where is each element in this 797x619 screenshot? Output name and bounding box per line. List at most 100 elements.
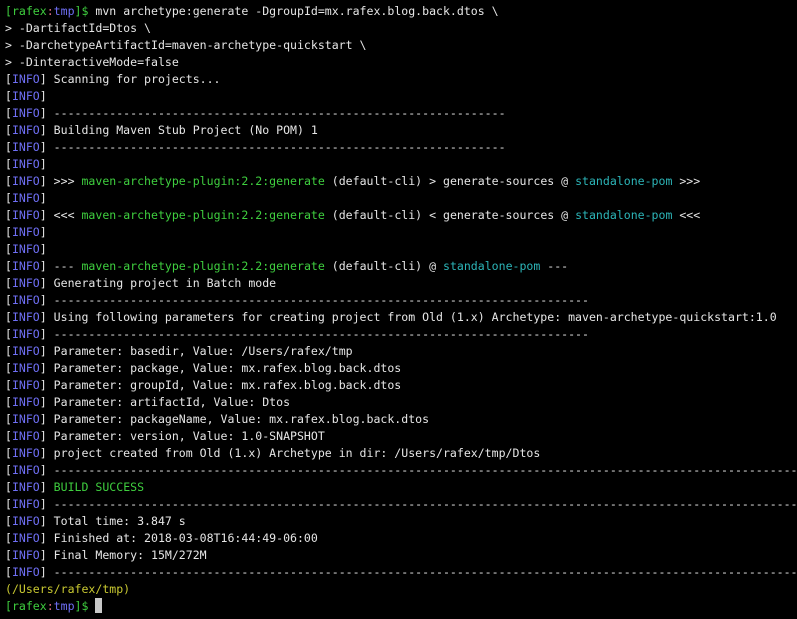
terminal-text: ] --------------------------------------… [39, 140, 506, 154]
terminal-text: [ [5, 89, 12, 103]
terminal-text: INFO [11, 344, 40, 358]
terminal-line: [INFO] --- maven-archetype-plugin:2.2:ge… [5, 258, 797, 275]
terminal-line: (/Users/rafex/tmp) [5, 581, 797, 598]
terminal-text: [rafex [5, 4, 47, 18]
terminal-line: [INFO] [5, 224, 797, 241]
terminal-text: [ [5, 174, 12, 188]
terminal-text: [ [5, 531, 12, 545]
terminal-text: ] <<< [39, 208, 82, 222]
terminal-text: [ [5, 463, 12, 477]
terminal-text: [ [5, 514, 12, 528]
terminal-text: [ [5, 395, 12, 409]
terminal-text: INFO [11, 293, 40, 307]
terminal-text: tmp [53, 4, 75, 18]
terminal-text: INFO [11, 548, 40, 562]
terminal-text: INFO [11, 497, 40, 511]
terminal-line: [INFO] Parameter: package, Value: mx.raf… [5, 360, 797, 377]
terminal-line: [INFO] Scanning for projects... [5, 71, 797, 88]
terminal-text: [ [5, 446, 12, 460]
terminal-text: ] Scanning for projects... [39, 72, 221, 86]
terminal-text: ] Building Maven Stub Project (No POM) 1 [39, 123, 318, 137]
terminal-output: [rafex:tmp]$ mvn archetype:generate -Dgr… [5, 3, 797, 615]
terminal-text: INFO [11, 123, 40, 137]
terminal-line: > -DarchetypeArtifactId=maven-archetype-… [5, 37, 797, 54]
terminal-text: [ [5, 72, 12, 86]
terminal-line: [INFO] Parameter: packageName, Value: mx… [5, 411, 797, 428]
terminal-line: [INFO] ---------------------------------… [5, 564, 797, 581]
terminal-text: [ [5, 327, 12, 341]
terminal-text: INFO [11, 463, 40, 477]
terminal-text: [ [5, 276, 12, 290]
terminal-text: INFO [11, 412, 40, 426]
terminal-text: maven-archetype-plugin:2.2:generate [81, 174, 325, 188]
terminal-text: > -DarchetypeArtifactId=maven-archetype-… [5, 38, 367, 52]
terminal-text: INFO [11, 446, 40, 460]
terminal-text: [ [5, 106, 12, 120]
terminal-text: INFO [11, 395, 40, 409]
terminal-text: INFO [11, 327, 40, 341]
terminal-text: ] [39, 242, 47, 256]
terminal-line: [INFO] [5, 88, 797, 105]
terminal-text: [ [5, 497, 12, 511]
terminal-line: [INFO] >>> maven-archetype-plugin:2.2:ge… [5, 173, 797, 190]
terminal-text: [ [5, 293, 12, 307]
terminal-text: (/Users/rafex/tmp) [5, 582, 131, 596]
terminal-text: > -DartifactId=Dtos \ [5, 21, 151, 35]
terminal-text: ] --------------------------------------… [39, 565, 797, 579]
terminal-text: [ [5, 225, 12, 239]
terminal-text: [ [5, 259, 12, 273]
terminal-text: standalone-pom [575, 208, 673, 222]
terminal-text: INFO [11, 157, 40, 171]
terminal-text: ] [39, 157, 47, 171]
terminal-text: ] Final Memory: 15M/272M [39, 548, 207, 562]
terminal-text: ] Parameter: package, Value: mx.rafex.bl… [39, 361, 402, 375]
terminal-text: INFO [11, 310, 40, 324]
terminal-text: [ [5, 548, 12, 562]
terminal-line: [INFO] Building Maven Stub Project (No P… [5, 122, 797, 139]
terminal-text: ] Parameter: groupId, Value: mx.rafex.bl… [39, 378, 402, 392]
terminal-text: : [46, 4, 54, 18]
terminal-text: [ [5, 157, 12, 171]
terminal-text: [ [5, 242, 12, 256]
terminal-line: [rafex:tmp]$ [5, 598, 797, 615]
terminal-line: [INFO] Parameter: basedir, Value: /Users… [5, 343, 797, 360]
terminal-text: INFO [11, 259, 40, 273]
terminal-window[interactable]: [rafex:tmp]$ mvn archetype:generate -Dgr… [0, 0, 797, 619]
terminal-text: [ [5, 208, 12, 222]
terminal-text: (default-cli) @ [324, 259, 443, 273]
terminal-line: [INFO] ---------------------------------… [5, 105, 797, 122]
terminal-text: ] --------------------------------------… [39, 106, 506, 120]
terminal-line: [INFO] Parameter: groupId, Value: mx.raf… [5, 377, 797, 394]
terminal-text: ] Finished at: 2018-03-08T16:44:49-06:00 [39, 531, 318, 545]
terminal-text: [ [5, 378, 12, 392]
terminal-line: [INFO] ---------------------------------… [5, 326, 797, 343]
terminal-text: maven-archetype-plugin:2.2:generate [81, 259, 325, 273]
terminal-text: BUILD SUCCESS [53, 480, 145, 494]
terminal-text: ]$ [74, 599, 96, 613]
terminal-line: [INFO] Total time: 3.847 s [5, 513, 797, 530]
terminal-line: [INFO] BUILD SUCCESS [5, 479, 797, 496]
terminal-line: [INFO] ---------------------------------… [5, 462, 797, 479]
terminal-line: [INFO] Generating project in Batch mode [5, 275, 797, 292]
terminal-line: > -DinteractiveMode=false [5, 54, 797, 71]
cursor[interactable] [95, 598, 103, 613]
terminal-text: [ [5, 191, 12, 205]
terminal-text: INFO [11, 208, 40, 222]
terminal-text: <<< [672, 208, 701, 222]
terminal-text: ] Parameter: artifactId, Value: Dtos [39, 395, 291, 409]
terminal-text: INFO [11, 174, 40, 188]
terminal-text: ] --------------------------------------… [39, 327, 589, 341]
terminal-text: INFO [11, 361, 40, 375]
terminal-text: : [46, 599, 54, 613]
terminal-text: INFO [11, 378, 40, 392]
terminal-line: [INFO] ---------------------------------… [5, 292, 797, 309]
terminal-text: INFO [11, 140, 40, 154]
terminal-text: > -DinteractiveMode=false [5, 55, 179, 69]
terminal-text: INFO [11, 72, 40, 86]
terminal-text: INFO [11, 531, 40, 545]
terminal-line: [INFO] Parameter: artifactId, Value: Dto… [5, 394, 797, 411]
terminal-text: ] project created from Old (1.x) Archety… [39, 446, 541, 460]
terminal-text: maven-archetype-plugin:2.2:generate [81, 208, 325, 222]
terminal-line: [INFO] [5, 241, 797, 258]
terminal-text: [ [5, 361, 12, 375]
